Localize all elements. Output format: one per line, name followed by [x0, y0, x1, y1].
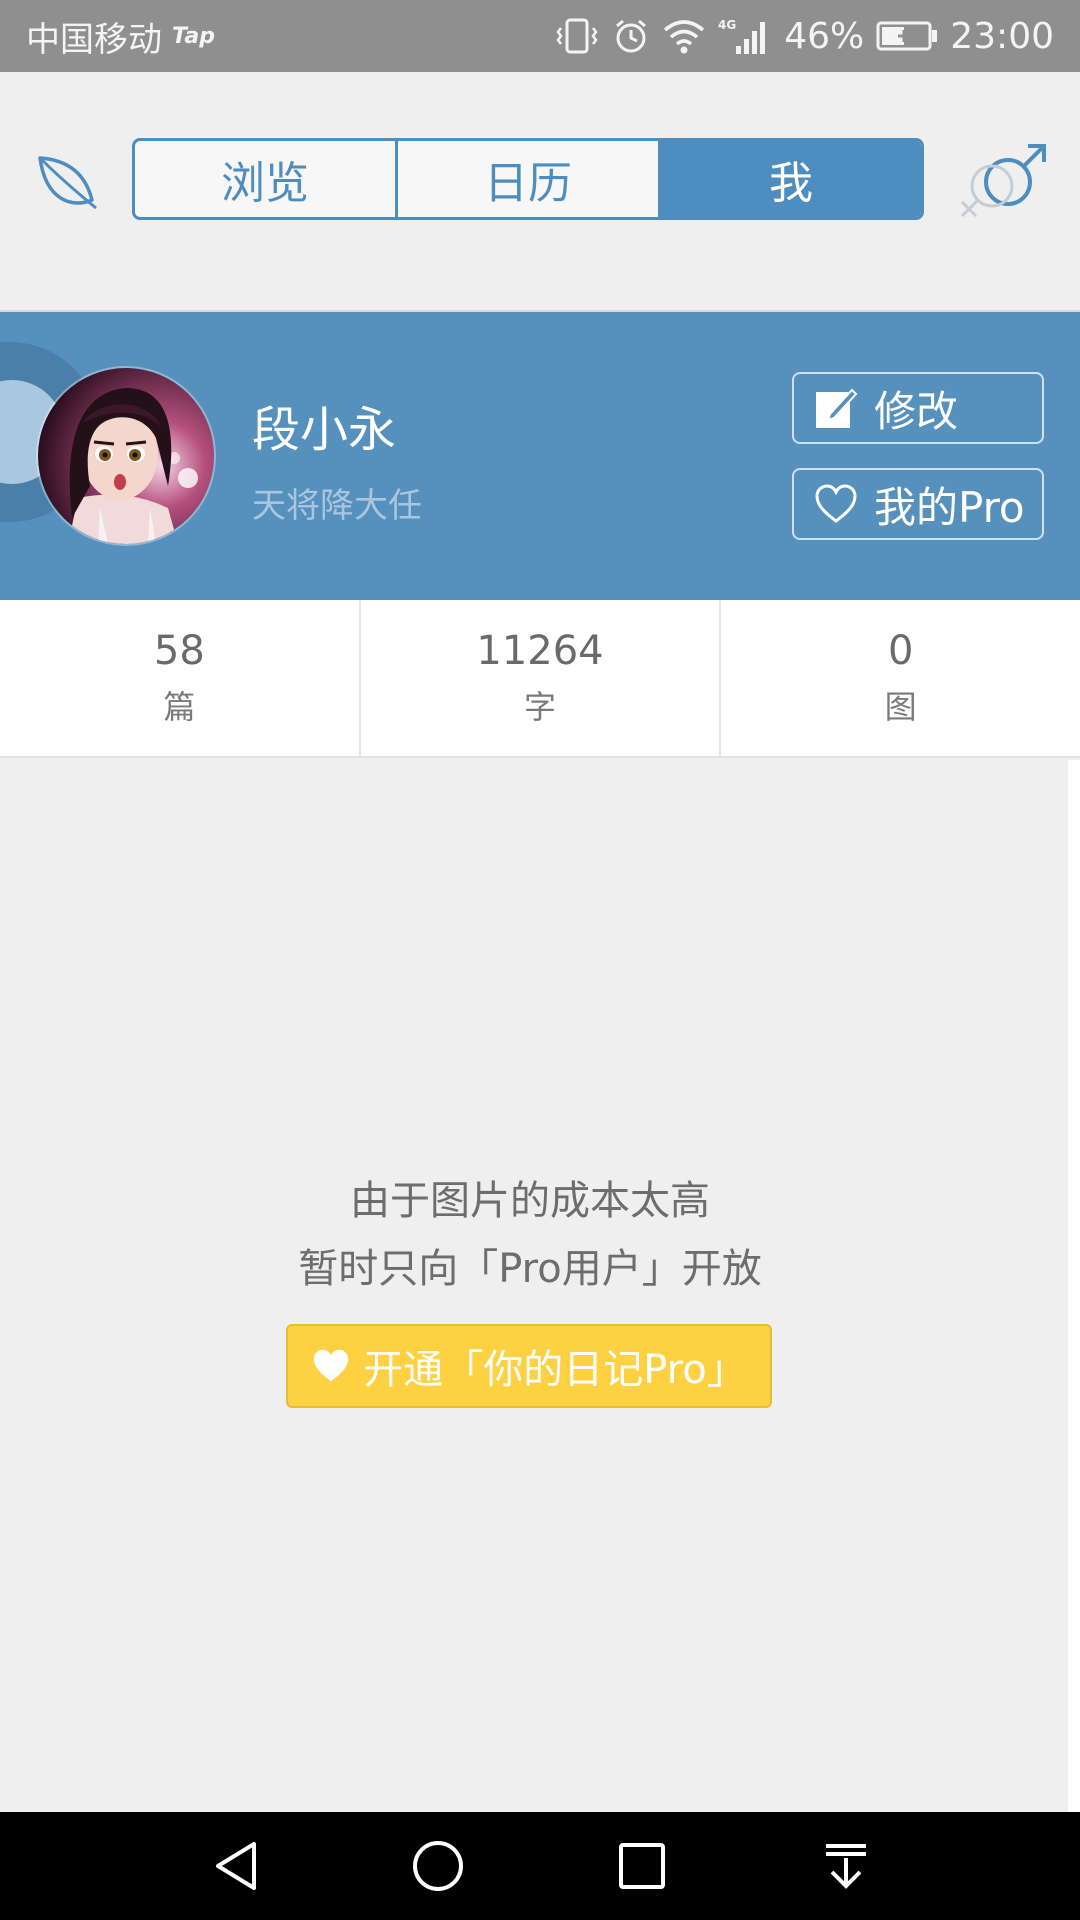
- stat-label: 字: [524, 688, 557, 726]
- status-bar: 中国移动 Tap 4G 46% 23:00: [0, 0, 1080, 72]
- avatar[interactable]: [38, 368, 214, 544]
- clock: 23:00: [950, 15, 1054, 57]
- vibrate-icon: [554, 16, 600, 56]
- back-icon[interactable]: [210, 1838, 266, 1894]
- system-nav-bar: [0, 1812, 1080, 1920]
- screen: 中国移动 Tap 4G 46% 23:00 浏览 日历 我 段小永 天将降大任 …: [0, 0, 1080, 1920]
- carrier-name: 中国移动: [26, 19, 162, 60]
- wifi-icon: [662, 17, 706, 55]
- edit-profile-button[interactable]: 修改: [792, 372, 1044, 444]
- gender-icon[interactable]: [952, 142, 1052, 232]
- edit-profile-label: 修改: [874, 386, 959, 436]
- images-panel: 由于图片的成本太高 暂时只向「Pro用户」开放 开通「你的日记Pro」: [0, 760, 1068, 1812]
- home-icon[interactable]: [410, 1838, 466, 1894]
- segmented-tabs: 浏览 日历 我: [132, 138, 924, 220]
- signal-icon: 4G: [718, 16, 772, 56]
- tab-browse[interactable]: 浏览: [135, 141, 395, 217]
- stat-value: 58: [153, 628, 205, 674]
- carrier-tag: Tap: [172, 23, 215, 49]
- stat-images[interactable]: 0 图: [719, 600, 1080, 756]
- stat-entries[interactable]: 58 篇: [0, 600, 359, 756]
- scroll-edge: [1068, 760, 1080, 1812]
- open-pro-button[interactable]: 开通「你的日记Pro」: [286, 1324, 772, 1408]
- tab-calendar[interactable]: 日历: [395, 141, 658, 217]
- edit-icon: [814, 386, 858, 430]
- notification-drawer-icon[interactable]: [818, 1838, 874, 1894]
- status-left: 中国移动 Tap: [26, 12, 215, 61]
- header: 浏览 日历 我: [0, 72, 1080, 312]
- tab-me[interactable]: 我: [658, 141, 921, 217]
- heart-icon: [814, 484, 858, 524]
- stat-value: 0: [887, 628, 914, 674]
- user-motto: 天将降大任: [252, 486, 422, 526]
- heart-icon: [311, 1348, 351, 1384]
- battery-icon: [876, 20, 938, 52]
- network-type-label: 4G: [718, 18, 736, 32]
- status-right: 4G 46% 23:00: [554, 16, 1054, 57]
- pro-message-line-1: 由于图片的成本太高: [350, 1178, 710, 1224]
- stat-label: 图: [884, 688, 917, 726]
- my-pro-button[interactable]: 我的Pro: [792, 468, 1044, 540]
- stat-words[interactable]: 11264 字: [358, 600, 720, 756]
- pro-message-line-2: 暂时只向「Pro用户」开放: [298, 1246, 762, 1292]
- battery-percent: 46%: [784, 15, 865, 57]
- user-name: 段小永: [252, 402, 397, 458]
- profile-banner: 段小永 天将降大任 修改 我的Pro: [0, 312, 1080, 600]
- stat-label: 篇: [163, 688, 196, 726]
- stats-bar: 58 篇 11264 字 0 图: [0, 600, 1080, 758]
- stat-value: 11264: [476, 628, 604, 674]
- recents-icon[interactable]: [614, 1838, 670, 1894]
- alarm-icon: [612, 17, 650, 55]
- leaf-icon[interactable]: [34, 150, 98, 214]
- open-pro-label: 开通「你的日记Pro」: [363, 1347, 747, 1393]
- my-pro-label: 我的Pro: [874, 482, 1025, 532]
